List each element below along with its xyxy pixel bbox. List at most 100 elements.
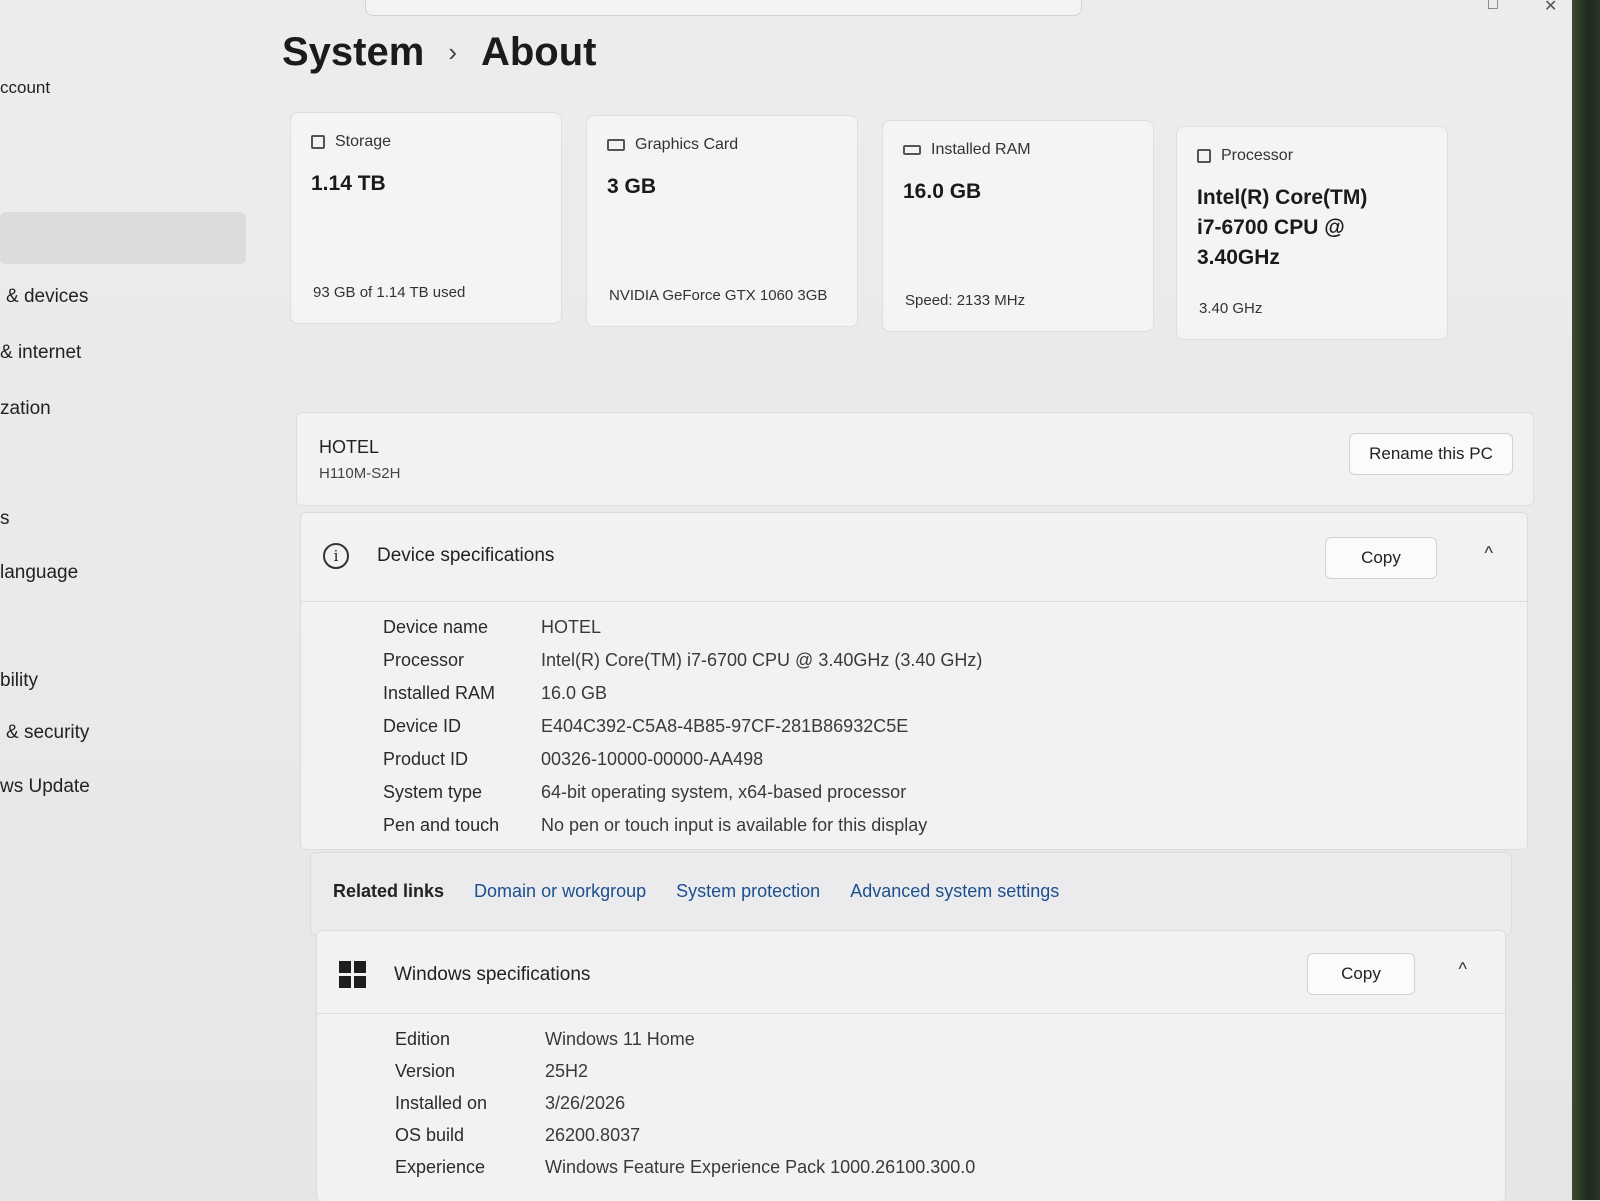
sidebar-item-privacy-security[interactable]: & security (6, 722, 89, 744)
divider (317, 1013, 1505, 1014)
ram-card[interactable]: Installed RAM 16.0 GB Speed: 2133 MHz (882, 120, 1154, 332)
card-subtitle: 93 GB of 1.14 TB used (313, 284, 466, 301)
spec-value: Intel(R) Core(TM) i7-6700 CPU @ 3.40GHz … (541, 650, 983, 670)
card-subtitle: NVIDIA GeForce GTX 1060 3GB (609, 287, 828, 304)
spec-value: No pen or touch input is available for t… (541, 815, 928, 835)
spec-label: Experience (395, 1157, 486, 1177)
spec-label: Installed RAM (383, 683, 496, 703)
spec-value: 3/26/2026 (545, 1093, 626, 1113)
breadcrumb: System › About (282, 30, 597, 75)
device-specs-panel: i Device specifications Copy ^ Device na… (300, 512, 1528, 850)
storage-icon (311, 135, 325, 149)
spec-label: Version (395, 1061, 456, 1081)
windows-specs-list: Edition Windows 11 Home Version 25H2 Insta… (395, 1029, 1475, 1199)
breadcrumb-system[interactable]: System (282, 30, 424, 75)
graphics-card-card[interactable]: Graphics Card 3 GB NVIDIA GeForce GTX 10… (586, 115, 858, 327)
sidebar-item-time-language[interactable]: language (0, 562, 78, 584)
spec-row: Pen and touch No pen or touch input is av… (383, 815, 927, 836)
spec-row: Version 25H2 (395, 1061, 588, 1082)
card-title: Installed RAM (931, 141, 1031, 158)
advanced-system-settings-link[interactable]: Advanced system settings (850, 881, 1059, 902)
ram-icon (903, 145, 921, 155)
sidebar-item-system-selected[interactable] (0, 212, 246, 264)
sidebar: ccount & devices & internet zation s lan… (0, 0, 260, 1200)
spec-label: Processor (383, 650, 465, 670)
spec-row: System type 64-bit operating system, x64-… (383, 782, 906, 803)
spec-value: 00326-10000-00000-AA498 (541, 749, 764, 769)
settings-window: □ ✕ ccount & devices & internet zation s… (0, 0, 1572, 1201)
spec-row: Processor Intel(R) Core(TM) i7-6700 CPU @… (383, 650, 982, 671)
related-links-label: Related links (333, 881, 445, 901)
device-specs-header[interactable]: i Device specifications (323, 543, 554, 569)
chevron-up-icon[interactable]: ^ (1459, 959, 1467, 980)
spec-label: Device ID (383, 716, 462, 736)
sidebar-item-accessibility[interactable]: bility (0, 670, 38, 692)
device-specs-title: Device specifications (377, 545, 555, 566)
sidebar-item-account[interactable]: ccount (0, 78, 50, 98)
maximize-icon[interactable]: □ (1488, 0, 1498, 14)
card-title: Graphics Card (635, 136, 739, 153)
windows-specs-title: Windows specifications (394, 963, 591, 985)
card-title: Processor (1221, 147, 1294, 164)
card-title: Storage (335, 133, 392, 150)
spec-row: Device name HOTEL (383, 617, 601, 638)
spec-label: Product ID (383, 749, 469, 769)
sidebar-item-devices[interactable]: & devices (6, 286, 88, 308)
spec-value: Windows Feature Experience Pack 1000.261… (545, 1157, 976, 1177)
system-protection-link[interactable]: System protection (676, 881, 820, 902)
spec-value: 26200.8037 (545, 1125, 641, 1145)
spec-row: OS build 26200.8037 (395, 1125, 640, 1146)
spec-label: Pen and touch (383, 815, 500, 835)
spec-value: Windows 11 Home (545, 1029, 695, 1049)
spec-value: 64-bit operating system, x64-based proce… (541, 782, 907, 802)
spec-row: Product ID 00326-10000-00000-AA498 (383, 749, 763, 770)
spec-label: OS build (395, 1125, 465, 1145)
pc-name: HOTEL (319, 437, 380, 457)
desktop-background (1572, 0, 1600, 1200)
card-value: Intel(R) Core(TM) i7-6700 CPU @ 3.40GHz (1197, 186, 1368, 269)
related-links-bar: Related links Domain or workgroup System… (310, 852, 1512, 936)
spec-row: Installed on 3/26/2026 (395, 1093, 625, 1114)
card-subtitle: Speed: 2133 MHz (905, 292, 1026, 309)
copy-device-specs-button[interactable]: Copy (1325, 537, 1437, 579)
pc-model: H110M-S2H (319, 465, 401, 482)
spec-label: Device name (383, 617, 489, 637)
domain-workgroup-link[interactable]: Domain or workgroup (474, 881, 646, 902)
pc-name-panel: HOTEL H110M-S2H Rename this PC (296, 412, 1534, 506)
rename-pc-button[interactable]: Rename this PC (1349, 433, 1513, 475)
spec-value: E404C392-C5A8-4B85-97CF-281B86932C5E (541, 716, 909, 736)
chevron-up-icon[interactable]: ^ (1485, 543, 1493, 564)
device-specs-list: Device name HOTEL Processor Intel(R) Core(… (383, 617, 1483, 847)
card-value: 3 GB (607, 175, 657, 198)
close-icon[interactable]: ✕ (1544, 0, 1557, 16)
sidebar-item-windows-update[interactable]: ws Update (0, 776, 90, 798)
spec-value: 25H2 (545, 1061, 589, 1081)
card-subtitle: 3.40 GHz (1199, 300, 1263, 317)
search-box[interactable] (365, 0, 1082, 16)
spec-row: Device ID E404C392-C5A8-4B85-97CF-281B869… (383, 716, 908, 737)
windows-specs-header[interactable]: Windows specifications (339, 961, 590, 988)
info-icon: i (323, 543, 349, 569)
sidebar-item-apps[interactable]: s (0, 508, 10, 530)
spec-label: System type (383, 782, 483, 802)
spec-value: 16.0 GB (541, 683, 608, 703)
spec-label: Installed on (395, 1093, 488, 1113)
spec-row: Edition Windows 11 Home (395, 1029, 695, 1050)
card-value: 16.0 GB (903, 180, 982, 203)
page-title: About (480, 30, 597, 74)
windows-specs-panel: Windows specifications Copy ^ Edition Win… (316, 930, 1506, 1201)
sidebar-item-network[interactable]: & internet (0, 342, 81, 364)
copy-windows-specs-button[interactable]: Copy (1307, 953, 1415, 995)
chevron-right-icon: › (448, 37, 457, 67)
processor-card[interactable]: Processor Intel(R) Core(TM) i7-6700 CPU … (1176, 126, 1448, 340)
spec-row: Experience Windows Feature Experience Pac… (395, 1157, 975, 1178)
card-value: 1.14 TB (311, 172, 386, 195)
storage-card[interactable]: Storage 1.14 TB 93 GB of 1.14 TB used (290, 112, 562, 324)
processor-icon (1197, 149, 1211, 163)
divider (301, 601, 1527, 602)
sidebar-item-personalization[interactable]: zation (0, 398, 51, 420)
spec-label: Edition (395, 1029, 451, 1049)
windows-logo-icon (339, 961, 366, 988)
graphics-card-icon (607, 139, 625, 151)
related-links: Related links Domain or workgroup System… (333, 881, 1059, 902)
